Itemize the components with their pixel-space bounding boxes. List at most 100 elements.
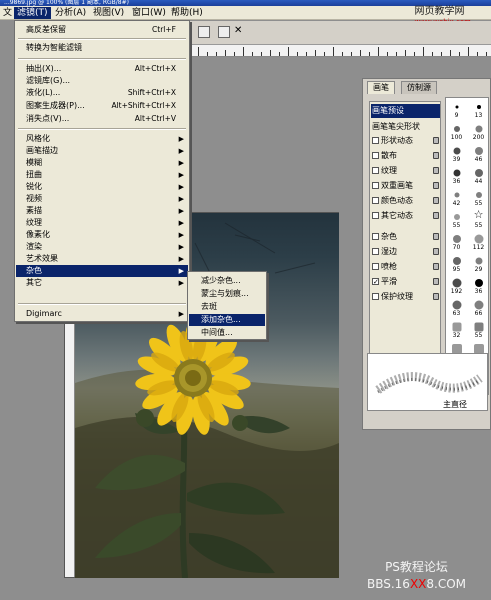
brush-presets-item[interactable]: 画笔预设 bbox=[371, 104, 440, 118]
dropdown-icon[interactable] bbox=[198, 26, 210, 38]
option-smoothing[interactable]: ✓ 平滑 bbox=[372, 275, 440, 289]
menu-item-last-filter[interactable]: 高反差保留 Ctrl+F bbox=[16, 24, 188, 36]
checkbox[interactable] bbox=[372, 152, 379, 159]
menu-item-stylize[interactable]: 风格化 ▶ bbox=[16, 133, 188, 145]
menu-item-video[interactable]: 视频 ▶ bbox=[16, 193, 188, 205]
lock-icon[interactable] bbox=[433, 152, 439, 159]
checkbox[interactable] bbox=[372, 182, 379, 189]
option-scattering[interactable]: 散布 bbox=[372, 149, 440, 163]
menu-item-brush-strokes[interactable]: 画笔描边 ▶ bbox=[16, 145, 188, 157]
brush-tip[interactable]: 100 bbox=[446, 120, 467, 141]
tab-brush[interactable]: 画笔 bbox=[367, 81, 395, 94]
dropdown-icon[interactable] bbox=[218, 26, 230, 38]
lock-icon[interactable] bbox=[433, 293, 439, 300]
brush-tip[interactable]: 95 bbox=[446, 252, 467, 273]
menu-item-dust-scratches[interactable]: 蒙尘与划痕... bbox=[189, 288, 265, 300]
brush-tip[interactable]: 42 bbox=[446, 186, 467, 207]
option-protect-texture[interactable]: 保护纹理 bbox=[372, 290, 440, 304]
submenu-arrow-icon: ▶ bbox=[178, 255, 184, 263]
menu-item-pixelate[interactable]: 像素化 ▶ bbox=[16, 229, 188, 241]
checkbox[interactable] bbox=[372, 263, 379, 270]
brush-tip[interactable]: 44 bbox=[468, 164, 488, 185]
menu-item-artistic[interactable]: 艺术效果 ▶ bbox=[16, 253, 188, 265]
menu-item-sketch[interactable]: 素描 ▶ bbox=[16, 205, 188, 217]
lock-icon[interactable] bbox=[433, 212, 439, 219]
checkbox[interactable] bbox=[372, 197, 379, 204]
brush-tip[interactable]: 29 bbox=[468, 252, 488, 273]
checkbox[interactable] bbox=[372, 167, 379, 174]
checkbox[interactable] bbox=[372, 248, 379, 255]
brush-tip[interactable]: 70 bbox=[446, 230, 467, 251]
brush-tip[interactable]: 9 bbox=[446, 98, 467, 119]
menu-view[interactable]: 视图(V) bbox=[90, 7, 127, 19]
menu-item-liquify[interactable]: 液化(L)... Shift+Ctrl+X bbox=[16, 87, 188, 99]
option-wet-edges[interactable]: 湿边 bbox=[372, 245, 440, 259]
menu-analysis[interactable]: 分析(A) bbox=[52, 7, 89, 19]
option-other-dynamics[interactable]: 其它动态 bbox=[372, 209, 440, 223]
lock-icon[interactable] bbox=[433, 137, 439, 144]
menu-item-convert-smart[interactable]: 转换为智能滤镜 bbox=[16, 42, 188, 54]
menu-filter[interactable]: 滤镜(T) bbox=[14, 7, 51, 19]
menu-item-distort[interactable]: 扭曲 ▶ bbox=[16, 169, 188, 181]
brush-tip[interactable]: 55 bbox=[446, 208, 467, 229]
lock-icon[interactable] bbox=[433, 248, 439, 255]
menu-file[interactable]: 文件 bbox=[0, 7, 13, 19]
noise-submenu: 减少杂色... 蒙尘与划痕... 去斑 添加杂色... 中间值... bbox=[187, 271, 267, 340]
submenu-arrow-icon: ▶ bbox=[178, 267, 184, 275]
option-color-dynamics[interactable]: 颜色动态 bbox=[372, 194, 440, 208]
star-brush-tip-icon[interactable]: ☆ 55 bbox=[468, 208, 488, 229]
lock-icon[interactable] bbox=[433, 278, 439, 285]
watermark-bottom-line2: BBS.16XX8.COM bbox=[366, 577, 467, 591]
brush-tip-shape-item[interactable]: 画笔笔尖形状 bbox=[372, 120, 440, 134]
brush-tip[interactable]: 63 bbox=[446, 296, 467, 317]
brush-tip[interactable]: 192 bbox=[446, 274, 467, 295]
lock-icon[interactable] bbox=[433, 263, 439, 270]
menu-item-render[interactable]: 渲染 ▶ bbox=[16, 241, 188, 253]
brush-tip[interactable]: 46 bbox=[468, 142, 488, 163]
menu-item-pattern-maker[interactable]: 图案生成器(P)... Alt+Shift+Ctrl+X bbox=[16, 100, 188, 112]
brush-tip[interactable]: 66 bbox=[468, 296, 488, 317]
menu-item-filter-gallery[interactable]: 滤镜库(G)... bbox=[16, 75, 188, 87]
menu-item-vanishing-point[interactable]: 消失点(V)... Alt+Ctrl+V bbox=[16, 113, 188, 125]
menu-window[interactable]: 窗口(W) bbox=[129, 7, 169, 19]
checkbox[interactable]: ✓ bbox=[372, 278, 379, 286]
checkbox[interactable] bbox=[372, 293, 379, 300]
menu-item-despeckle[interactable]: 去斑 bbox=[189, 301, 265, 313]
checkbox[interactable] bbox=[372, 233, 379, 240]
option-airbrush[interactable]: 喷枪 bbox=[372, 260, 440, 274]
lock-icon[interactable] bbox=[433, 167, 439, 174]
menu-item-blur[interactable]: 模糊 ▶ bbox=[16, 157, 188, 169]
brush-tip[interactable]: 55 bbox=[468, 318, 488, 339]
option-shape-dynamics[interactable]: 形状动态 bbox=[372, 134, 440, 148]
option-dual-brush[interactable]: 双重画笔 bbox=[372, 179, 440, 193]
brush-tip[interactable]: 32 bbox=[446, 318, 467, 339]
brush-tip[interactable]: 13 bbox=[468, 98, 488, 119]
menu-item-digimarc[interactable]: Digimarc ▶ bbox=[16, 308, 188, 320]
menu-item-other[interactable]: 其它 ▶ bbox=[16, 277, 188, 289]
menu-item-extract[interactable]: 抽出(X)... Alt+Ctrl+X bbox=[16, 63, 188, 75]
menu-item-reduce-noise[interactable]: 减少杂色... bbox=[189, 275, 265, 287]
menu-help[interactable]: 帮助(H) bbox=[168, 7, 206, 19]
lock-icon[interactable] bbox=[433, 233, 439, 240]
checkbox[interactable] bbox=[372, 212, 379, 219]
checkbox[interactable] bbox=[372, 137, 379, 144]
brush-tip[interactable]: 55 bbox=[468, 186, 488, 207]
brush-tip[interactable]: 36 bbox=[468, 274, 488, 295]
tab-clone-source[interactable]: 仿制源 bbox=[401, 81, 437, 94]
brush-tip[interactable]: 200 bbox=[468, 120, 488, 141]
lock-icon[interactable] bbox=[433, 182, 439, 189]
brush-tip[interactable]: 36 bbox=[446, 164, 467, 185]
brush-tip[interactable]: 112 bbox=[468, 230, 488, 251]
menu-item-add-noise[interactable]: 添加杂色... bbox=[189, 314, 265, 326]
menu-item-noise[interactable]: 杂色 ▶ bbox=[16, 265, 188, 277]
menu-item-median[interactable]: 中间值... bbox=[189, 327, 265, 339]
lock-icon[interactable] bbox=[433, 197, 439, 204]
options-bar: ✕ bbox=[190, 21, 491, 45]
menu-item-sharpen[interactable]: 锐化 ▶ bbox=[16, 181, 188, 193]
menu-item-texture[interactable]: 纹理 ▶ bbox=[16, 217, 188, 229]
option-texture[interactable]: 纹理 bbox=[372, 164, 440, 178]
submenu-arrow-icon: ▶ bbox=[178, 310, 184, 318]
brush-tip[interactable]: 39 bbox=[446, 142, 467, 163]
option-noise[interactable]: 杂色 bbox=[372, 230, 440, 244]
close-icon[interactable]: ✕ bbox=[234, 25, 242, 36]
